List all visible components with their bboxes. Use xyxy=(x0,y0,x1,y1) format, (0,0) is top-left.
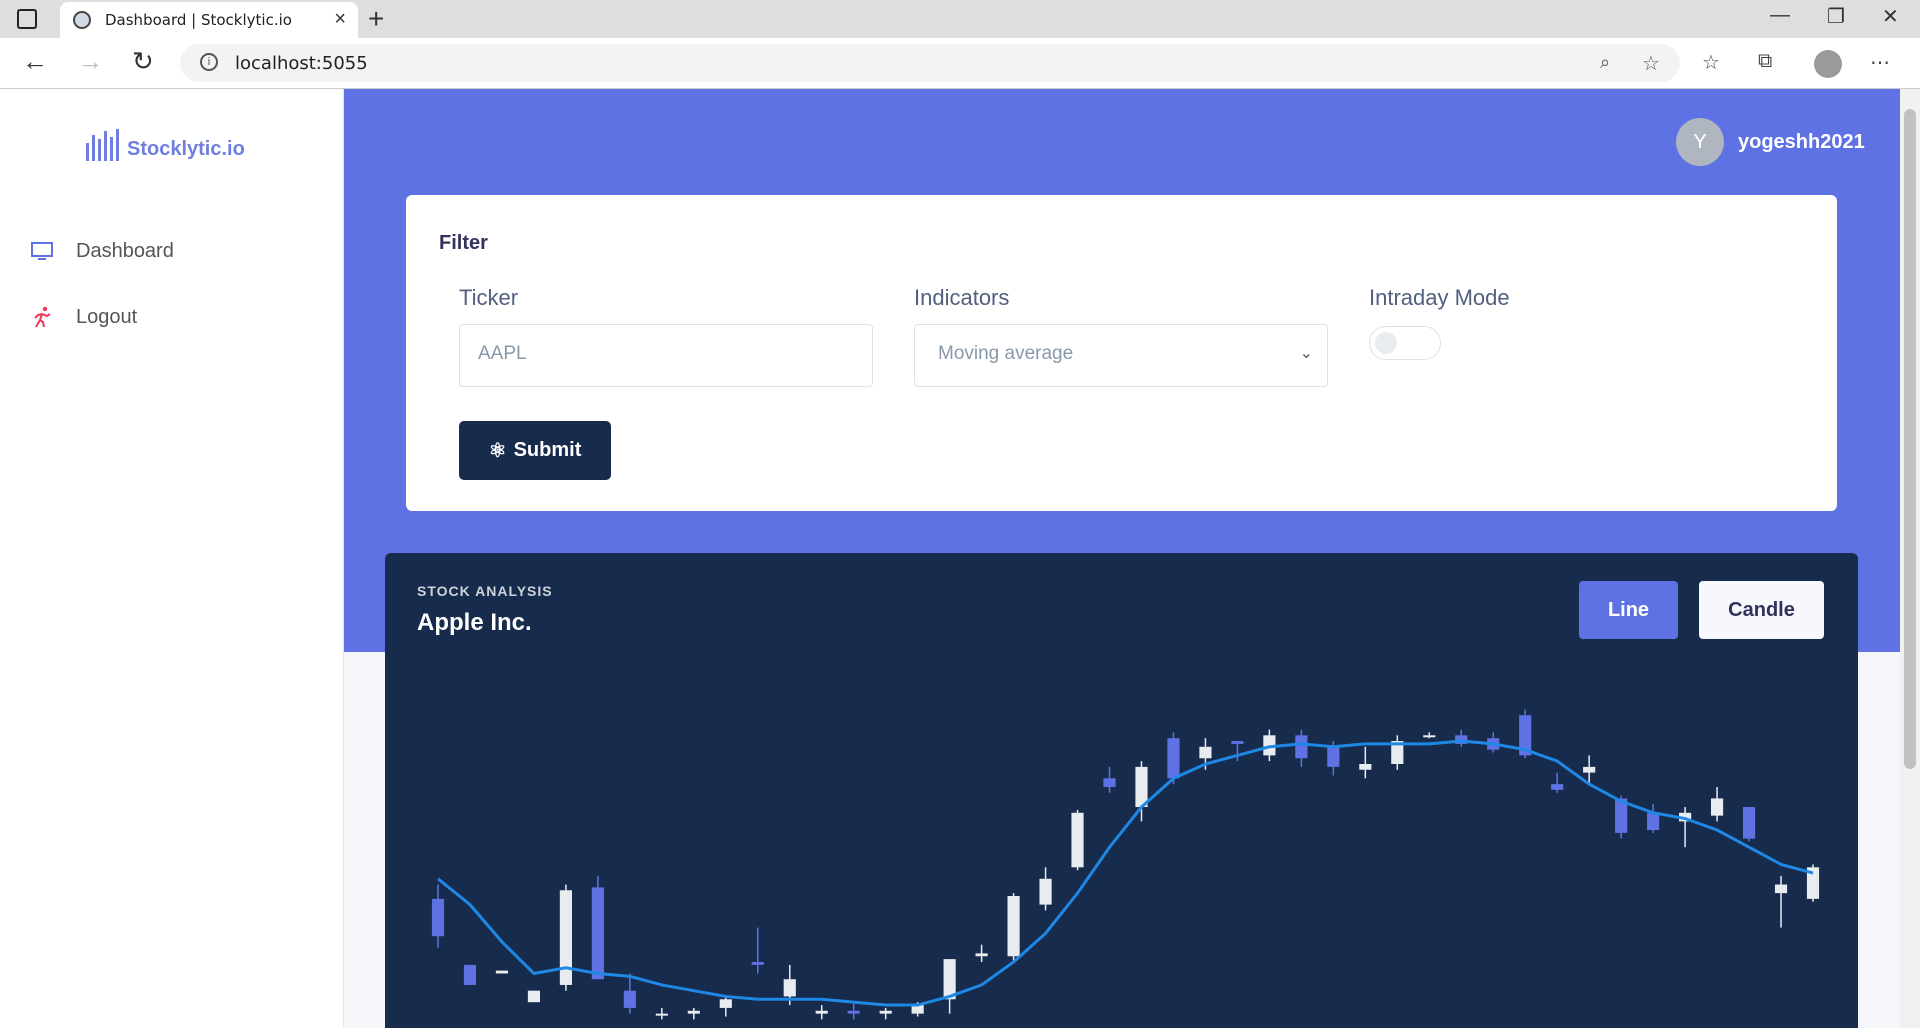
reload-icon[interactable]: ↻ xyxy=(132,46,154,77)
intraday-label: Intraday Mode xyxy=(1369,285,1510,310)
candle-body xyxy=(1710,798,1724,816)
restore-icon[interactable]: ❐ xyxy=(1827,4,1845,29)
candle-body xyxy=(1103,778,1116,787)
tab-actions-icon[interactable] xyxy=(17,9,37,29)
filter-title: Filter xyxy=(439,232,488,254)
candle-body xyxy=(1583,766,1596,773)
more-options-icon[interactable]: ⋯ xyxy=(1870,50,1890,75)
username: yogeshh2021 xyxy=(1738,130,1865,153)
back-icon[interactable]: ← xyxy=(22,46,48,77)
filter-card: Filter Ticker AAPL Indicators Moving ave… xyxy=(406,195,1837,511)
tab-title: Dashboard | Stocklytic.io xyxy=(105,11,292,29)
candle-body xyxy=(751,962,764,965)
candle-body xyxy=(1199,746,1212,759)
logo-text: Stocklytic.io xyxy=(127,138,245,160)
candle-body xyxy=(1327,746,1340,767)
ticker-label: Ticker xyxy=(459,285,519,310)
candle-body xyxy=(623,990,636,1008)
candle-body xyxy=(879,1010,892,1014)
ticker-input[interactable]: AAPL xyxy=(459,324,873,387)
candle-body xyxy=(1774,884,1788,894)
user-menu[interactable]: Y yogeshh2021 xyxy=(1676,118,1865,166)
candle-body xyxy=(975,953,988,957)
submit-label: Submit xyxy=(513,439,582,461)
atom-icon: ⚛ xyxy=(488,440,507,462)
candle-body xyxy=(783,979,796,997)
candle-body xyxy=(655,1013,668,1016)
collections-icon[interactable]: ⧉ xyxy=(1758,50,1772,73)
candle-body xyxy=(1231,741,1244,744)
chart-subtitle: STOCK ANALYSIS xyxy=(417,583,553,599)
sidebar: Stocklytic.io Dashboard Logout xyxy=(0,89,344,1028)
close-tab-icon[interactable]: × xyxy=(334,8,346,31)
candle-body xyxy=(1039,878,1052,905)
candle-button[interactable]: Candle xyxy=(1699,581,1824,639)
candle-body xyxy=(1167,738,1180,779)
candle-body xyxy=(495,970,509,974)
candle-body xyxy=(847,1010,860,1014)
sidebar-item-dashboard[interactable]: Dashboard xyxy=(30,239,174,263)
site-info-icon[interactable]: i xyxy=(200,53,218,71)
minimize-icon[interactable]: — xyxy=(1770,4,1790,27)
add-favorite-icon[interactable]: ☆ xyxy=(1642,51,1660,76)
candle-body xyxy=(463,964,477,985)
indicators-select[interactable]: Moving average ⌄ xyxy=(914,324,1328,387)
candle-body xyxy=(1295,735,1308,759)
running-person-icon xyxy=(34,306,51,328)
logo[interactable]: Stocklytic.io xyxy=(86,129,245,161)
candle-body xyxy=(1007,896,1020,957)
favicon-icon xyxy=(73,11,91,29)
intraday-toggle[interactable] xyxy=(1369,326,1441,360)
candle-body xyxy=(1359,764,1372,770)
candle-body xyxy=(1135,766,1148,808)
indicators-selected-value: Moving average xyxy=(938,343,1074,364)
candle-body xyxy=(719,999,732,1008)
submit-button[interactable]: ⚛ Submit xyxy=(459,421,611,480)
candle-body xyxy=(1647,812,1660,830)
candle-body xyxy=(591,887,604,980)
browser-tab[interactable]: Dashboard | Stocklytic.io × xyxy=(60,2,358,38)
monitor-icon xyxy=(31,242,53,260)
line-button[interactable]: Line xyxy=(1579,581,1678,639)
forward-icon[interactable]: → xyxy=(77,46,103,77)
candle-body xyxy=(1551,784,1564,790)
candle-body xyxy=(687,1010,700,1014)
candle-body xyxy=(527,990,541,1003)
close-window-icon[interactable]: ✕ xyxy=(1882,4,1899,29)
browser-profile-icon[interactable] xyxy=(1814,50,1842,78)
candle-body xyxy=(559,890,572,985)
candle-body xyxy=(1423,735,1436,738)
indicators-label: Indicators xyxy=(914,285,1010,310)
candle-body xyxy=(431,898,445,937)
moving-average-line xyxy=(437,739,1814,1007)
logo-bars-icon xyxy=(86,129,119,161)
chevron-down-icon: ⌄ xyxy=(1299,345,1313,362)
candle-body xyxy=(943,959,956,1000)
zoom-icon[interactable]: ⌕ xyxy=(1600,52,1610,73)
sidebar-item-logout[interactable]: Logout xyxy=(30,305,137,329)
browser-nav-bar: ← → ↻ i localhost:5055 ⌕ ☆ ☆ ⧉ ⋯ xyxy=(0,38,1920,89)
browser-tab-bar: Dashboard | Stocklytic.io × + — ❐ ✕ xyxy=(0,0,1920,38)
chart-card: STOCK ANALYSIS Apple Inc. Line Candle xyxy=(385,553,1858,1028)
sidebar-item-label: Dashboard xyxy=(76,239,174,262)
toggle-knob xyxy=(1375,332,1397,354)
avatar: Y xyxy=(1676,118,1724,166)
address-bar[interactable]: i localhost:5055 ⌕ ☆ xyxy=(180,44,1680,82)
candle-body xyxy=(1071,812,1084,868)
sidebar-item-label: Logout xyxy=(76,305,138,328)
scrollbar-thumb[interactable] xyxy=(1904,109,1916,769)
new-tab-icon[interactable]: + xyxy=(368,3,384,35)
candle-body xyxy=(1742,807,1756,839)
page-scrollbar[interactable] xyxy=(1900,89,1920,1028)
candle-body xyxy=(815,1010,828,1014)
chart-title: Apple Inc. xyxy=(417,609,532,636)
favorites-icon[interactable]: ☆ xyxy=(1702,50,1720,75)
url-text: localhost:5055 xyxy=(235,53,368,74)
